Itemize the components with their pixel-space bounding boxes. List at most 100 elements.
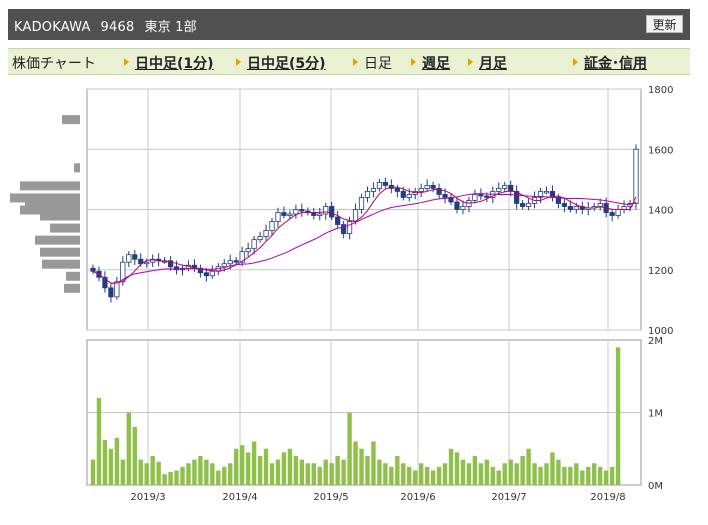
volume-bar <box>520 456 525 485</box>
candle-body <box>406 194 412 198</box>
volume-bar <box>478 463 484 485</box>
volume-bar <box>239 445 245 485</box>
candle-body <box>245 248 251 253</box>
volume-bar <box>424 466 430 485</box>
stock-chart: 2019/3 2019/4 2019/5 2019/6 2019/7 2019/8 1800… <box>10 85 673 503</box>
candle-body <box>382 181 388 186</box>
candle-body <box>323 206 329 215</box>
candle-body <box>126 254 132 263</box>
volume-bar <box>90 459 96 485</box>
candle-body <box>376 181 383 189</box>
y-tick-label: 1800 <box>648 85 673 96</box>
volume-bar <box>383 463 388 485</box>
volume-bar <box>365 456 370 485</box>
candle-body <box>567 206 573 210</box>
volume-profile-bar <box>66 271 80 281</box>
candle-body <box>317 213 323 216</box>
y-tick-label: 1400 <box>648 206 673 217</box>
volume-bar <box>180 466 185 485</box>
volume-bar <box>466 463 472 485</box>
volume-bar <box>532 463 537 485</box>
volume-bar <box>234 448 239 485</box>
candle-body <box>358 197 365 210</box>
candle-body <box>478 194 484 197</box>
candle-body <box>293 209 299 215</box>
x-tick-label: 2019/4 <box>222 492 257 503</box>
candle-body <box>561 203 567 207</box>
volume-bar <box>174 470 179 485</box>
volume-bar <box>609 466 615 485</box>
candle-body <box>108 287 114 298</box>
candle-body <box>460 206 466 210</box>
candle-body <box>346 221 353 235</box>
volume-bar <box>269 463 275 485</box>
volume-bar <box>323 459 328 485</box>
volume-bar <box>222 466 227 485</box>
volume-bar <box>526 448 531 485</box>
volume-bar <box>353 441 358 485</box>
volume-tick-label: 1M <box>648 409 663 420</box>
candle-body <box>454 201 460 210</box>
volume-bar <box>138 459 143 485</box>
candle-body <box>269 221 275 231</box>
volume-profile-bar <box>50 223 80 233</box>
volume-bar <box>502 463 507 485</box>
volume-bar <box>293 456 299 485</box>
candle-body <box>442 194 448 198</box>
volume-bar <box>132 427 137 485</box>
x-tick-label: 2019/8 <box>590 492 625 503</box>
volume-bar <box>562 466 567 485</box>
candle-body <box>573 206 579 210</box>
volume-bar <box>413 470 418 485</box>
candle-body <box>394 188 400 192</box>
volume-tick-label: 2M <box>648 336 663 347</box>
volume-tick-label: 0M <box>648 481 663 492</box>
candle-body <box>424 184 430 189</box>
volume-bar <box>257 456 263 485</box>
volume-bar <box>275 459 281 485</box>
volume-bar <box>377 459 382 485</box>
volume-bar <box>114 437 120 485</box>
candle-body <box>132 254 138 260</box>
volume-profile-bar <box>64 283 80 293</box>
volume-bar <box>311 463 316 485</box>
volume-bar <box>96 398 102 485</box>
volume-bar <box>228 463 233 485</box>
candle-body <box>329 206 335 218</box>
volume-bar <box>514 463 519 485</box>
candle-body <box>418 188 424 192</box>
candle-body <box>90 267 96 272</box>
volume-bar <box>108 448 114 485</box>
volume-bar <box>216 470 221 485</box>
volume-profile-bar <box>62 115 80 125</box>
candle-body <box>144 261 150 265</box>
volume-bar <box>156 461 161 485</box>
candle-body <box>233 260 239 263</box>
volume-bar <box>102 440 108 485</box>
x-tick-label: 2019/5 <box>313 492 348 503</box>
candle-body <box>263 230 269 238</box>
volume-bar <box>430 470 436 485</box>
volume-bar <box>544 463 549 485</box>
volume-bar <box>359 448 364 485</box>
y-tick-label: 1600 <box>648 145 673 156</box>
candle-body <box>114 281 120 298</box>
volume-bar <box>448 448 454 485</box>
volume-bar <box>162 474 167 485</box>
candle-body <box>400 191 406 198</box>
candle-body <box>364 191 371 198</box>
candle-body <box>281 212 287 216</box>
x-tick-label: 2019/7 <box>491 492 526 503</box>
candle-body <box>472 194 478 201</box>
candle-body <box>502 184 508 189</box>
candle-body <box>597 203 603 207</box>
volume-bar <box>263 448 269 485</box>
candle-body <box>287 213 293 216</box>
volume-bar <box>192 459 197 485</box>
candle-body <box>221 263 227 268</box>
volume-bar <box>496 470 501 485</box>
volume-bar <box>580 470 585 485</box>
volume-bar <box>395 456 400 485</box>
candle-body <box>203 272 209 277</box>
volume-bar <box>120 459 126 485</box>
